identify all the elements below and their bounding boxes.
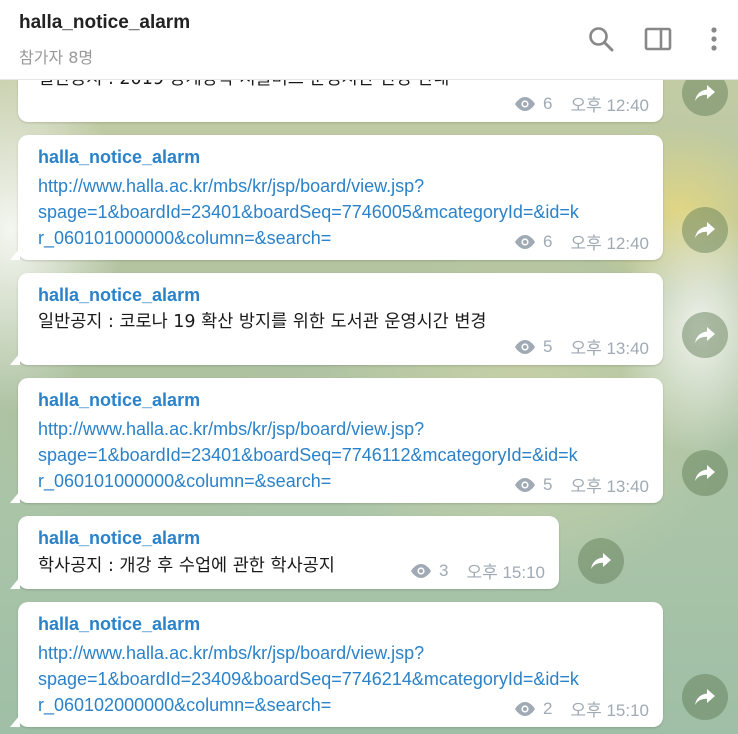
eye-icon [514, 339, 535, 354]
message-meta: 2 오후 15:10 [513, 696, 649, 721]
message-sender: halla_notice_alarm [38, 285, 201, 305]
participant-count: 참가자 8명 [19, 48, 94, 67]
more-vertical-icon [711, 27, 717, 51]
view-count: 5 [542, 474, 553, 494]
message-bubble[interactable]: halla_notice_alarm http://www.halla.ac.k… [10, 602, 663, 727]
message-meta: 3 오후 15:10 [409, 558, 545, 583]
message-meta: 6 오후 12:40 [513, 229, 649, 254]
message-bubble[interactable]: halla_notice_alarm http://www.halla.ac.k… [10, 378, 663, 503]
message-time: 오후 12:40 [570, 96, 649, 115]
message-time: 오후 13:40 [570, 339, 649, 358]
share-arrow-icon [695, 465, 715, 481]
message-time: 오후 12:40 [570, 234, 649, 253]
message-bubble[interactable]: halla_notice_alarm 학사공지 : 개강 후 수업에 관한 학사… [10, 516, 559, 589]
share-arrow-icon [591, 553, 611, 569]
share-arrow-icon [695, 85, 715, 101]
share-button[interactable] [578, 538, 624, 584]
share-button[interactable] [682, 450, 728, 496]
message-meta: 5 오후 13:40 [513, 472, 649, 497]
share-button[interactable] [682, 674, 728, 720]
sidebar-toggle-button[interactable] [641, 22, 675, 56]
view-count: 6 [542, 231, 553, 251]
share-arrow-icon [695, 222, 715, 238]
share-button[interactable] [682, 312, 728, 358]
message-link[interactable]: http://www.halla.ac.kr/mbs/kr/jsp/board/… [38, 416, 578, 494]
chat-title[interactable]: halla_notice_alarm [19, 12, 190, 34]
message-sender: halla_notice_alarm [38, 528, 201, 548]
message-meta: 6 오후 12:40 [513, 91, 649, 116]
message-bubble[interactable]: halla_notice_alarm 일반공지 : 코로나 19 확산 방지를 … [10, 273, 663, 365]
message-text: 학사공지 : 개강 후 수업에 관한 학사공지 [38, 556, 335, 576]
eye-icon [514, 96, 535, 111]
eye-icon [514, 477, 535, 492]
more-menu-button[interactable] [697, 22, 731, 56]
view-count: 5 [542, 336, 553, 356]
message-time: 오후 15:10 [466, 563, 545, 582]
view-count: 6 [542, 93, 553, 113]
view-count: 2 [542, 698, 553, 718]
eye-icon [410, 563, 431, 578]
view-count: 3 [438, 560, 449, 580]
message-text: 일반공지 : 코로나 19 확산 방지를 위한 도서관 운영시간 변경 [38, 312, 487, 332]
eye-icon [514, 701, 535, 716]
search-icon [589, 27, 614, 52]
share-arrow-icon [695, 327, 715, 343]
message-time: 오후 13:40 [570, 477, 649, 496]
share-button[interactable] [682, 207, 728, 253]
message-sender: halla_notice_alarm [38, 614, 201, 634]
message-link[interactable]: http://www.halla.ac.kr/mbs/kr/jsp/board/… [38, 640, 579, 718]
share-arrow-icon [695, 689, 715, 705]
chat-header: halla_notice_alarm 참가자 8명 [0, 0, 738, 80]
message-sender: halla_notice_alarm [38, 147, 201, 167]
eye-icon [514, 234, 535, 249]
search-button[interactable] [584, 22, 618, 56]
message-link[interactable]: http://www.halla.ac.kr/mbs/kr/jsp/board/… [38, 173, 579, 251]
message-time: 오후 15:10 [570, 701, 649, 720]
message-meta: 5 오후 13:40 [513, 334, 649, 359]
message-bubble[interactable]: halla_notice_alarm http://www.halla.ac.k… [10, 135, 663, 260]
message-list[interactable]: 일반공지 : 2019 동계방학 셔틀버스 운영시간 변경 안내 6 오후 12… [0, 0, 738, 734]
message-sender: halla_notice_alarm [38, 390, 201, 410]
sidebar-toggle-icon [644, 27, 672, 51]
